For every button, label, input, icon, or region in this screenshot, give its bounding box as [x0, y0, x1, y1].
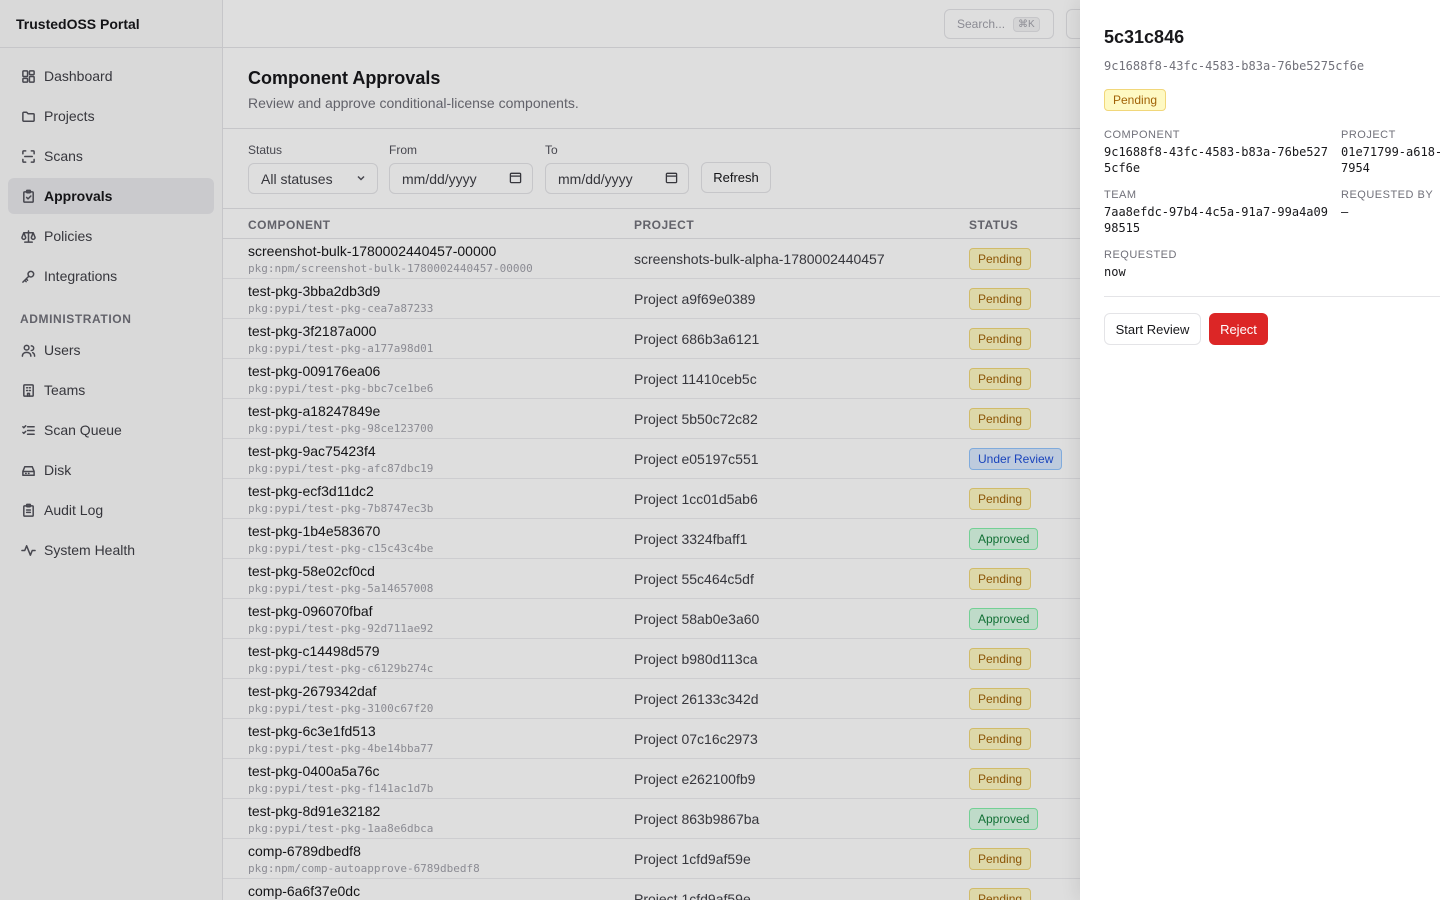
component-value: 9c1688f8-43fc-4583-b83a-76be5275cf6e — [1104, 145, 1328, 175]
reject-button[interactable]: Reject — [1209, 313, 1268, 345]
component-label: COMPONENT — [1104, 129, 1180, 141]
requested-value: now — [1104, 265, 1126, 279]
drawer-title: 5c31c846 — [1104, 27, 1185, 47]
project-value: 01e71799-a618-b7954 — [1341, 145, 1440, 175]
team-label: TEAM — [1104, 189, 1137, 201]
requested-field: REQUESTED now — [1104, 249, 1344, 280]
requested-by-label: REQUESTED BY — [1341, 189, 1434, 201]
project-label: PROJECT — [1341, 129, 1396, 141]
drawer-id: 9c1688f8-43fc-4583-b83a-76be5275cf6e — [1104, 59, 1365, 73]
approval-detail-drawer: 5c31c846 9c1688f8-43fc-4583-b83a-76be527… — [1080, 0, 1440, 900]
team-field: TEAM 7aa8efdc-97b4-4c5a-91a7-99a4a099851… — [1104, 189, 1330, 236]
requested-by-field: REQUESTED BY — — [1341, 189, 1440, 220]
component-field: COMPONENT 9c1688f8-43fc-4583-b83a-76be52… — [1104, 129, 1330, 176]
project-field: PROJECT 01e71799-a618-b7954 — [1341, 129, 1440, 176]
modal-overlay[interactable] — [0, 0, 1080, 900]
drawer-divider — [1104, 296, 1440, 297]
status-badge: Pending — [1104, 89, 1167, 111]
start-review-button[interactable]: Start Review — [1104, 313, 1201, 345]
requested-by-value: — — [1341, 205, 1349, 219]
team-value: 7aa8efdc-97b4-4c5a-91a7-99a4a0998515 — [1104, 205, 1328, 235]
requested-label: REQUESTED — [1104, 249, 1177, 261]
